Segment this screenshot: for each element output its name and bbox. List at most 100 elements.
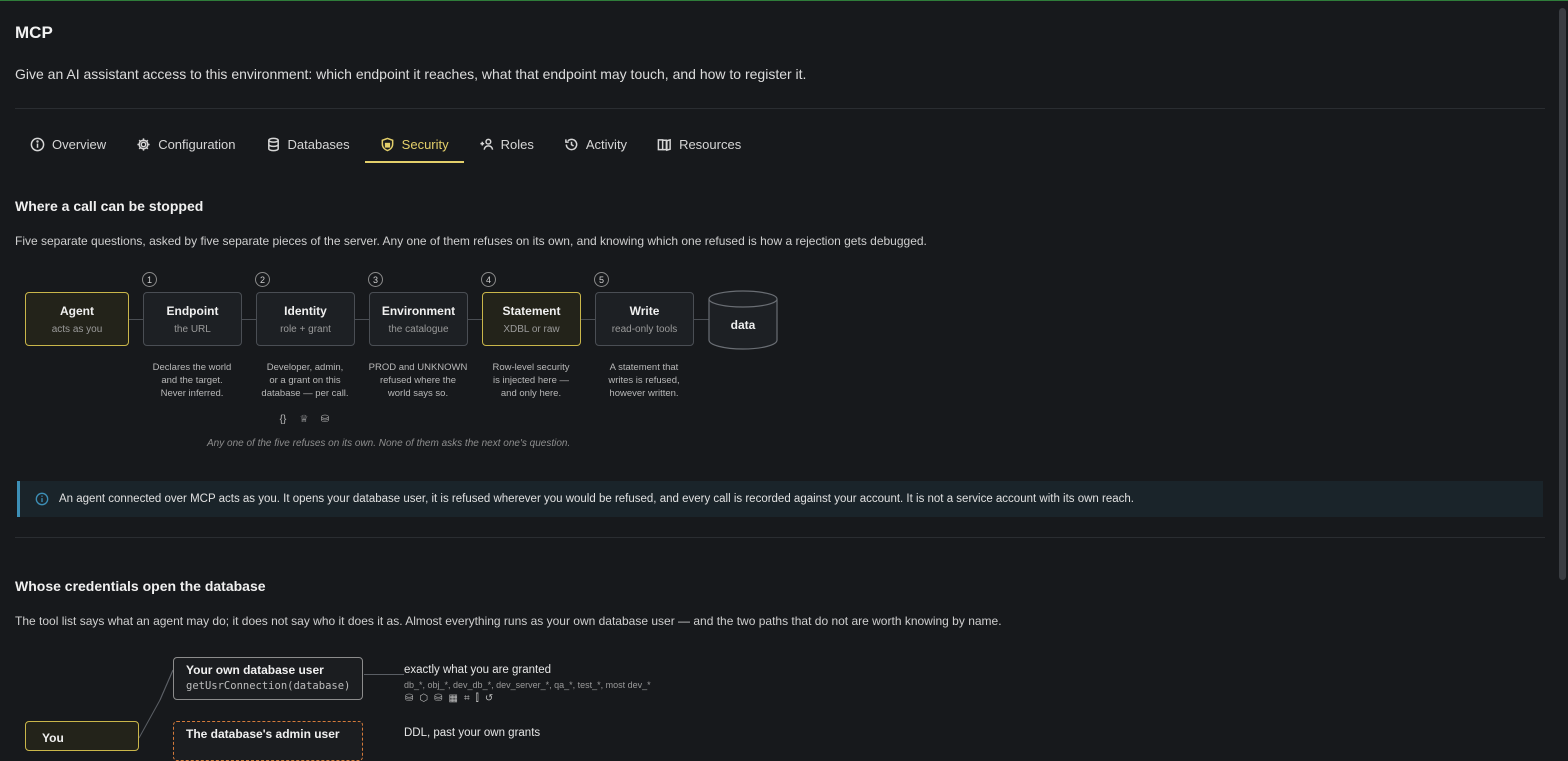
database-icon xyxy=(267,137,279,152)
path-scope: db_*, obj_*, dev_db_*, dev_server_*, qa_… xyxy=(404,680,651,690)
admin-user-box: The database's admin user xyxy=(173,721,363,761)
connector xyxy=(692,319,709,320)
top-accent-line xyxy=(0,0,1568,1)
diagram-caption: Any one of the five refuses on its own. … xyxy=(207,438,571,449)
desc-line: Row-level security xyxy=(492,362,570,373)
node-description: A statement that writes is refused, howe… xyxy=(594,361,694,400)
credentials-diagram: You Your own database user getUsrConnect… xyxy=(15,650,815,761)
roles-icon xyxy=(480,138,493,150)
shield-icon xyxy=(381,137,394,152)
desc-line: world says so. xyxy=(387,388,449,399)
node-statement: Statement XDBL or raw xyxy=(482,292,581,346)
desc-line: and the target. xyxy=(161,375,223,386)
node-title: Write xyxy=(629,304,660,318)
connector xyxy=(240,319,256,320)
node-description: PROD and UNKNOWN refused where the world… xyxy=(368,361,468,400)
connector xyxy=(353,319,369,320)
desc-line: Declares the world xyxy=(152,362,232,373)
path-tool-icons: ⛁ ⬡ ⛁ ▦ ⌗ ⫿ ↺ xyxy=(405,693,493,704)
node-title: Agent xyxy=(60,304,94,318)
identity-icons: {} ♕ ⛁ xyxy=(277,414,331,425)
page-subtitle: Give an AI assistant access to this envi… xyxy=(15,66,807,82)
desc-line: database — per call. xyxy=(261,388,349,399)
tab-label: Overview xyxy=(52,137,107,152)
braces-icon: {} xyxy=(279,414,287,425)
node-subtitle: XDBL or raw xyxy=(503,324,560,335)
connector xyxy=(364,674,404,675)
tab-configuration[interactable]: Configuration xyxy=(121,128,250,161)
connector xyxy=(128,319,144,320)
desc-line: and only here. xyxy=(500,388,562,399)
tube-icon: ⫿ xyxy=(475,693,479,704)
node-subtitle: the catalogue xyxy=(388,324,449,335)
crown-icon: ♕ xyxy=(299,414,309,425)
desc-line: Developer, admin, xyxy=(266,362,344,373)
tab-databases[interactable]: Databases xyxy=(251,128,365,161)
history-icon xyxy=(565,138,578,151)
section-description-stopped: Five separate questions, asked by five s… xyxy=(15,234,927,248)
tab-label: Roles xyxy=(500,137,534,152)
section-title-stopped: Where a call can be stopped xyxy=(15,198,204,214)
desc-line: A statement that xyxy=(609,362,679,373)
tab-roles[interactable]: Roles xyxy=(464,128,549,161)
tab-security[interactable]: Security xyxy=(364,128,464,163)
tab-resources[interactable]: Resources xyxy=(642,128,756,161)
desc-line: or a grant on this xyxy=(269,375,341,386)
database-lock-icon: ⛁ xyxy=(320,414,330,425)
tab-activity[interactable]: Activity xyxy=(549,128,642,161)
node-title: Endpoint xyxy=(166,304,219,318)
book-icon xyxy=(657,138,671,152)
node-identity: Identity role + grant xyxy=(256,292,355,346)
node-subtitle: role + grant xyxy=(280,324,331,335)
node-title: Environment xyxy=(381,304,456,318)
path-result: DDL, past your own grants xyxy=(404,727,541,739)
connector xyxy=(579,319,595,320)
database-search-icon: ⛁ xyxy=(405,693,414,704)
desc-line: Never inferred. xyxy=(160,388,224,399)
callout-text: An agent connected over MCP acts as you.… xyxy=(59,493,1134,505)
connector xyxy=(466,319,482,320)
node-description: Developer, admin, or a grant on this dat… xyxy=(255,361,355,400)
gear-icon xyxy=(137,138,150,151)
node-environment: Environment the catalogue xyxy=(369,292,468,346)
info-callout: An agent connected over MCP acts as you.… xyxy=(17,481,1543,517)
section-title-credentials: Whose credentials open the database xyxy=(15,578,266,594)
tab-bar: Overview Configuration Databases Securit… xyxy=(15,128,756,163)
database-lock-icon: ⛁ xyxy=(434,693,443,704)
tab-overview[interactable]: Overview xyxy=(15,128,121,161)
desc-line: refused where the xyxy=(379,375,457,386)
desc-line: however written. xyxy=(609,388,679,399)
section-description-credentials: The tool list says what an agent may do;… xyxy=(15,614,1002,628)
path-result: exactly what you are granted xyxy=(404,664,552,676)
info-icon xyxy=(35,492,49,506)
step-number: 2 xyxy=(255,272,270,287)
scan-icon: ⌗ xyxy=(463,693,470,704)
step-number: 3 xyxy=(368,272,383,287)
path-title: Your own database user xyxy=(186,663,324,677)
tab-label: Resources xyxy=(679,137,742,152)
tab-label: Databases xyxy=(287,137,350,152)
header-divider xyxy=(15,108,1545,109)
you-node: You xyxy=(25,721,139,751)
desc-line: writes is refused, xyxy=(608,375,680,386)
tab-label: Activity xyxy=(585,137,628,152)
history-icon: ↺ xyxy=(484,693,494,704)
step-number: 4 xyxy=(481,272,496,287)
desc-line: is injected here — xyxy=(492,375,570,386)
image-icon: ▦ xyxy=(448,693,458,704)
step-number: 1 xyxy=(142,272,157,287)
cube-icon: ⬡ xyxy=(419,693,429,704)
info-icon xyxy=(30,137,45,152)
node-agent: Agent acts as you xyxy=(25,292,129,346)
section-divider xyxy=(15,537,1545,538)
desc-line: PROD and UNKNOWN xyxy=(368,362,468,373)
node-write: Write read-only tools xyxy=(595,292,694,346)
node-description: Row-level security is injected here — an… xyxy=(481,361,581,400)
node-subtitle: the URL xyxy=(174,324,211,335)
node-title: Identity xyxy=(284,304,327,318)
node-subtitle: read-only tools xyxy=(611,324,678,335)
data-label: data xyxy=(730,318,756,332)
scrollbar[interactable] xyxy=(1559,8,1566,580)
node-subtitle: acts as you xyxy=(51,324,103,335)
step-number: 5 xyxy=(594,272,609,287)
